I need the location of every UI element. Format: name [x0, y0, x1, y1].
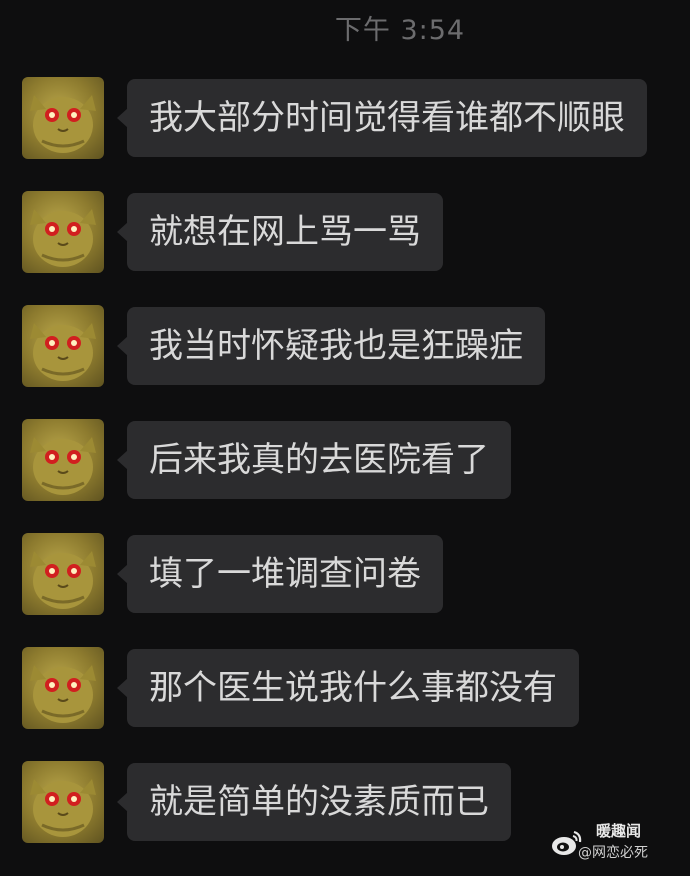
- avatar[interactable]: [22, 533, 104, 615]
- message-bubble[interactable]: 填了一堆调查问卷: [117, 535, 443, 613]
- message-bubble[interactable]: 后来我真的去医院看了: [117, 421, 511, 499]
- avatar[interactable]: [22, 647, 104, 729]
- cat-avatar-icon: [30, 323, 96, 381]
- message-bubble[interactable]: 我当时怀疑我也是狂躁症: [117, 307, 545, 385]
- cat-avatar-icon: [30, 665, 96, 723]
- timestamp: 下午 3:54: [334, 15, 466, 46]
- cat-avatar-icon: [30, 779, 96, 837]
- cat-avatar-icon: [30, 551, 96, 609]
- watermark-handle: @网恋必死: [578, 845, 648, 861]
- avatar[interactable]: [22, 191, 104, 273]
- watermark: 暖趣闻 @网恋必死: [550, 820, 680, 866]
- avatar[interactable]: [22, 305, 104, 387]
- cat-avatar-icon: [30, 437, 96, 495]
- message-bubble[interactable]: 我大部分时间觉得看谁都不顺眼: [117, 79, 647, 157]
- avatar[interactable]: [22, 761, 104, 843]
- message-bubble[interactable]: 就是简单的没素质而已: [117, 763, 511, 841]
- cat-avatar-icon: [30, 209, 96, 267]
- cat-avatar-icon: [30, 95, 96, 153]
- avatar[interactable]: [22, 77, 104, 159]
- message-bubble[interactable]: 就想在网上骂一骂: [117, 193, 443, 271]
- avatar[interactable]: [22, 419, 104, 501]
- message-bubble[interactable]: 那个医生说我什么事都没有: [117, 649, 579, 727]
- watermark-title: 暖趣闻: [596, 822, 642, 840]
